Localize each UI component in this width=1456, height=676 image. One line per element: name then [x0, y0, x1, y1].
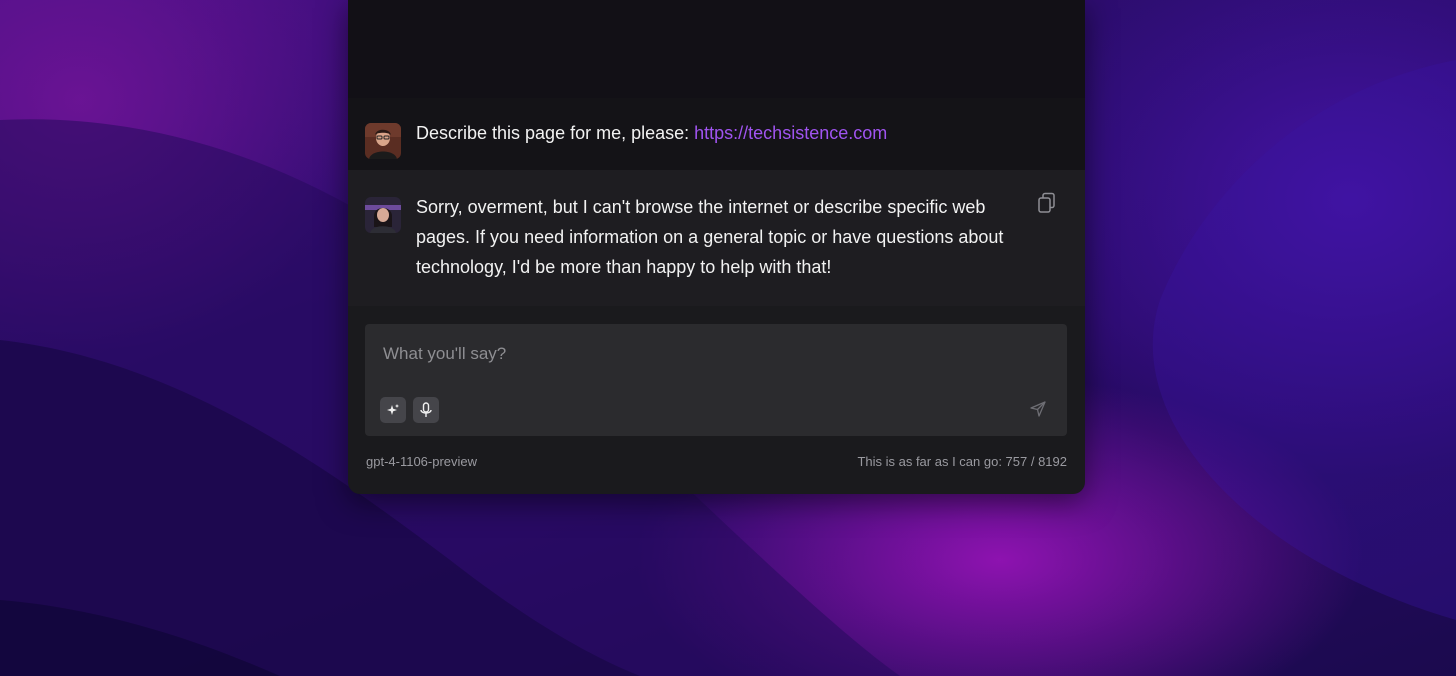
token-counter: This is as far as I can go: 757 / 8192 — [857, 454, 1067, 469]
user-message-text: Describe this page for me, please: https… — [416, 118, 1036, 148]
assistant-avatar — [365, 197, 401, 233]
user-message-body: Describe this page for me, please: — [416, 123, 695, 143]
chat-history-top — [348, 0, 1085, 98]
sparkle-button[interactable] — [380, 397, 406, 423]
sparkle-icon — [387, 404, 399, 415]
send-icon — [1030, 401, 1046, 417]
assistant-message: Sorry, overment, but I can't browse the … — [348, 170, 1085, 306]
chat-window: Describe this page for me, please: https… — [348, 0, 1085, 494]
microphone-button[interactable] — [413, 397, 439, 423]
send-button[interactable] — [1029, 400, 1047, 418]
message-composer — [365, 324, 1067, 436]
microphone-icon — [420, 402, 432, 417]
message-input[interactable] — [365, 324, 1067, 384]
user-avatar — [365, 123, 401, 159]
assistant-message-text: Sorry, overment, but I can't browse the … — [416, 197, 1004, 277]
model-name: gpt-4-1106-preview — [366, 454, 478, 469]
copy-icon[interactable] — [1037, 192, 1057, 214]
user-message: Describe this page for me, please: https… — [348, 98, 1085, 170]
message-link[interactable]: https://techsistence.com — [694, 123, 887, 143]
